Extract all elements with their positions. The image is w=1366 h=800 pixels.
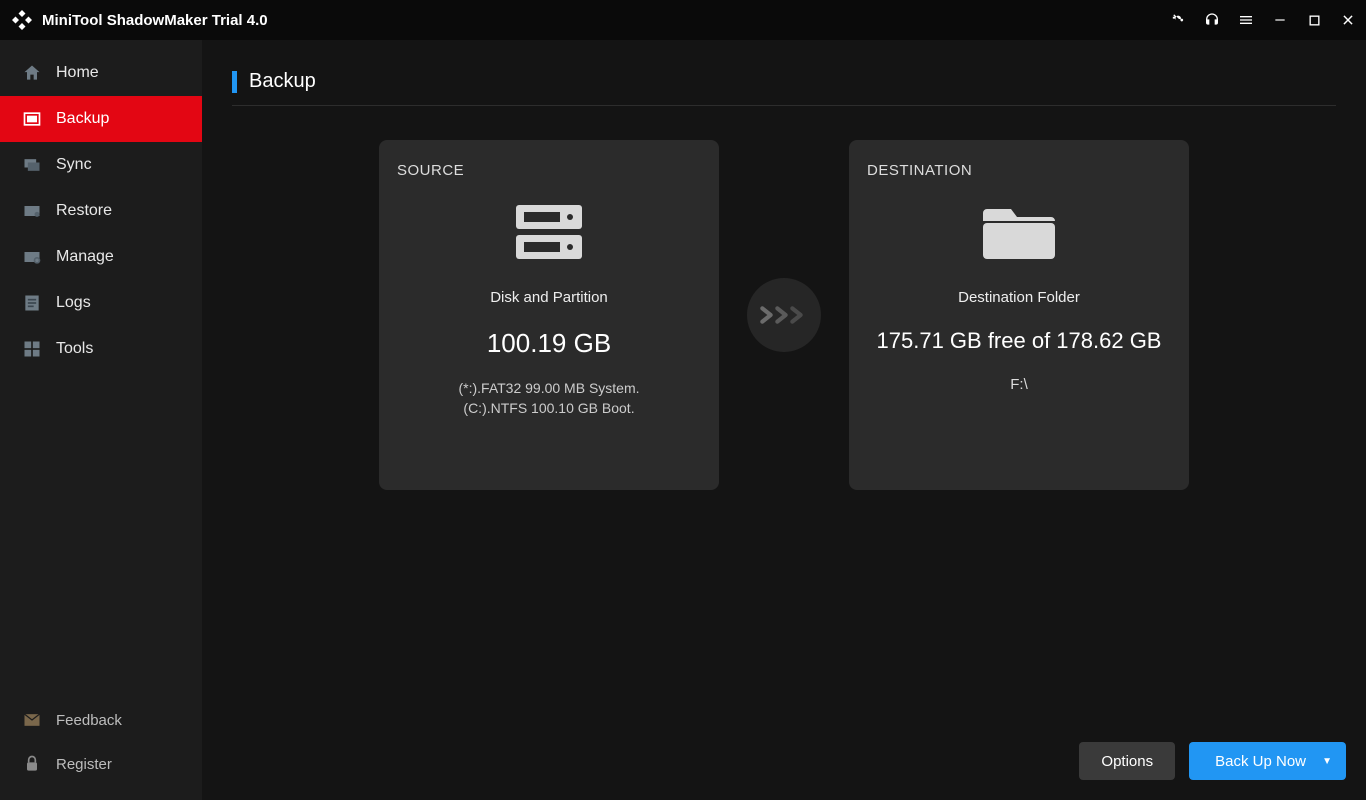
sidebar-item-manage[interactable]: Manage — [0, 234, 202, 280]
tools-icon — [22, 339, 42, 359]
destination-label: DESTINATION — [867, 162, 972, 179]
backup-now-button[interactable]: Back Up Now ▼ — [1189, 742, 1346, 780]
maximize-icon[interactable] — [1306, 12, 1322, 28]
backup-now-label: Back Up Now — [1215, 753, 1306, 770]
sync-icon — [22, 155, 42, 175]
sidebar-item-label: Home — [56, 64, 99, 82]
feedback-icon — [22, 710, 42, 730]
sidebar-item-feedback[interactable]: Feedback — [0, 698, 202, 742]
source-size: 100.19 GB — [487, 328, 611, 359]
destination-path: F:\ — [1010, 376, 1028, 393]
arrow-indicator — [747, 278, 821, 352]
sidebar-item-label: Sync — [56, 156, 92, 174]
sidebar-item-sync[interactable]: Sync — [0, 142, 202, 188]
destination-type: Destination Folder — [958, 289, 1080, 306]
source-card[interactable]: SOURCE Disk and Partition 100.19 GB (*:)… — [379, 140, 719, 490]
app-logo-icon — [10, 8, 34, 32]
restore-icon — [22, 201, 42, 221]
page-title: Backup — [249, 70, 316, 93]
sidebar-item-label: Logs — [56, 294, 91, 312]
headset-icon[interactable] — [1204, 12, 1220, 28]
key-icon[interactable] — [1170, 12, 1186, 28]
options-button[interactable]: Options — [1079, 742, 1175, 780]
sidebar-item-label: Tools — [56, 340, 93, 358]
source-label: SOURCE — [397, 162, 464, 179]
sidebar-item-label: Feedback — [56, 712, 122, 729]
sidebar-item-home[interactable]: Home — [0, 50, 202, 96]
source-details: (*:).FAT32 99.00 MB System. (C:).NTFS 10… — [458, 379, 639, 418]
sidebar-item-label: Backup — [56, 110, 109, 128]
home-icon — [22, 63, 42, 83]
sidebar-item-register[interactable]: Register — [0, 742, 202, 786]
sidebar-item-label: Restore — [56, 202, 112, 220]
close-icon[interactable] — [1340, 12, 1356, 28]
sidebar: Home Backup Sync Restore — [0, 40, 202, 800]
source-detail-line: (*:).FAT32 99.00 MB System. — [458, 379, 639, 399]
page-header: Backup — [232, 70, 1336, 106]
sidebar-item-label: Register — [56, 756, 112, 773]
minimize-icon[interactable] — [1272, 12, 1288, 28]
menu-icon[interactable] — [1238, 12, 1254, 28]
sidebar-item-tools[interactable]: Tools — [0, 326, 202, 372]
chevron-down-icon: ▼ — [1322, 756, 1332, 767]
disk-icon — [510, 197, 588, 267]
sidebar-item-restore[interactable]: Restore — [0, 188, 202, 234]
logs-icon — [22, 293, 42, 313]
sidebar-item-backup[interactable]: Backup — [0, 96, 202, 142]
sidebar-item-logs[interactable]: Logs — [0, 280, 202, 326]
register-icon — [22, 754, 42, 774]
main-content: Backup SOURCE Disk and Partition — [202, 40, 1366, 800]
app-title: MiniTool ShadowMaker Trial 4.0 — [42, 12, 268, 29]
folder-icon — [977, 197, 1061, 267]
destination-free: 175.71 GB free of 178.62 GB — [877, 328, 1162, 354]
destination-card[interactable]: DESTINATION Destination Folder 175.71 GB… — [849, 140, 1189, 490]
backup-icon — [22, 109, 42, 129]
titlebar: MiniTool ShadowMaker Trial 4.0 — [0, 0, 1366, 40]
source-type: Disk and Partition — [490, 289, 608, 306]
header-accent-bar — [232, 71, 237, 93]
manage-icon — [22, 247, 42, 267]
sidebar-item-label: Manage — [56, 248, 114, 266]
source-detail-line: (C:).NTFS 100.10 GB Boot. — [458, 399, 639, 419]
